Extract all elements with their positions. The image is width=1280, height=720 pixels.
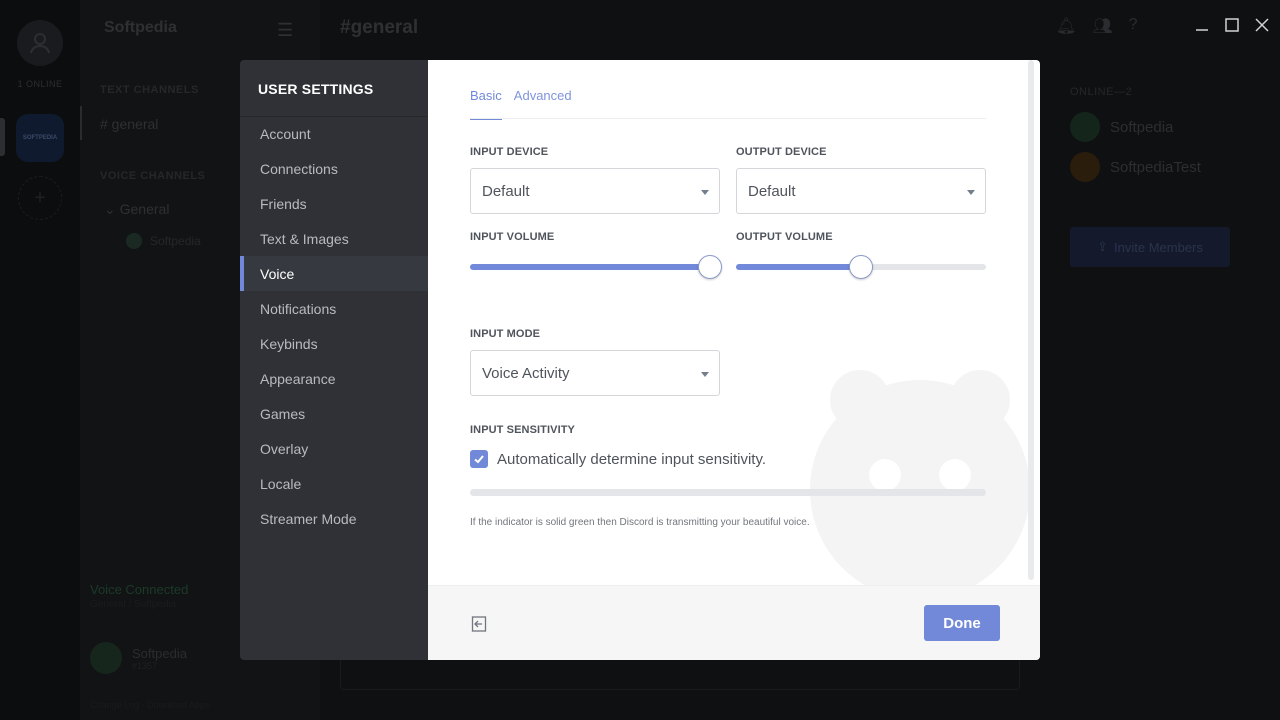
chevron-down-icon: [701, 190, 709, 195]
avatar[interactable]: [90, 642, 122, 674]
user-panel: Softpedia #1357: [90, 642, 187, 674]
output-volume-slider[interactable]: [736, 255, 1040, 279]
sensitivity-indicator: [470, 489, 986, 496]
invite-members-label: Invite Members: [1114, 239, 1203, 255]
slider-track: [736, 255, 986, 279]
tab-advanced[interactable]: Advanced: [514, 88, 572, 120]
user-name: Softpedia: [132, 645, 187, 661]
voice-channel-label: General: [119, 201, 170, 217]
text-channels-header: TEXT CHANNELS: [100, 84, 199, 96]
voice-connected-channel: General / Softpedia: [90, 599, 177, 610]
close-button[interactable]: [1254, 17, 1270, 33]
sidebar-item-overlay[interactable]: Overlay: [240, 431, 428, 466]
output-volume-label: OUTPUT VOLUME: [736, 231, 833, 243]
user-settings-modal: USER SETTINGS Account Connections Friends T…: [240, 60, 1040, 660]
avatar: [1070, 112, 1100, 142]
server-name[interactable]: Softpedia: [104, 19, 177, 37]
member-name: Softpedia: [1110, 118, 1174, 136]
channel-title: #general: [340, 17, 419, 38]
online-count: 1 ONLINE: [17, 79, 63, 89]
input-device-select[interactable]: Default: [470, 168, 720, 214]
help-icon[interactable]: ?: [1129, 16, 1138, 36]
sidebar-item-keybinds[interactable]: Keybinds: [240, 326, 428, 361]
member-item[interactable]: Softpedia: [1070, 112, 1173, 142]
slider-fill: [736, 264, 861, 270]
settings-sidebar: USER SETTINGS Account Connections Friends T…: [240, 60, 428, 660]
voice-channel-general[interactable]: ⌄ General: [104, 201, 169, 218]
output-device-value: Default: [748, 182, 796, 200]
channel-selected-indicator: [80, 106, 82, 140]
slider-handle[interactable]: [849, 255, 873, 279]
voice-user[interactable]: Softpedia: [126, 233, 201, 249]
auto-sensitivity-checkbox[interactable]: [470, 450, 488, 468]
sidebar-item-text-images[interactable]: Text & Images: [240, 221, 428, 256]
invite-members-button[interactable]: ⇪ Invite Members: [1070, 227, 1230, 267]
bell-icon[interactable]: 🔔︎: [1056, 16, 1076, 36]
server-selected-pill: [0, 118, 5, 156]
server-list: 1 ONLINE SOFTPEDIA +: [0, 0, 80, 720]
settings-footer: Done: [428, 585, 1040, 660]
minimize-button[interactable]: [1194, 17, 1210, 33]
input-volume-label: INPUT VOLUME: [470, 231, 555, 243]
people-icon: [30, 33, 50, 54]
bottom-links[interactable]: Change Log · Download Apps: [90, 700, 210, 710]
sensitivity-hint: If the indicator is solid green then Dis…: [470, 517, 810, 528]
member-item[interactable]: SoftpediaTest: [1070, 152, 1201, 182]
input-mode-label: INPUT MODE: [470, 328, 541, 340]
logout-icon[interactable]: [471, 615, 489, 633]
avatar: [1070, 152, 1100, 182]
share-icon: ⇪: [1097, 239, 1109, 254]
voice-connected-status: Voice Connected: [90, 582, 189, 597]
tab-basic[interactable]: Basic: [470, 88, 502, 120]
sidebar-item-appearance[interactable]: Appearance: [240, 361, 428, 396]
member-list: ONLINE—2 Softpedia SoftpediaTest ⇪ Invit…: [1040, 0, 1280, 720]
online-members-header: ONLINE—2: [1070, 86, 1133, 98]
server-icon-softpedia[interactable]: SOFTPEDIA: [16, 114, 64, 162]
divider: [470, 118, 986, 119]
sidebar-item-voice[interactable]: Voice: [240, 256, 428, 291]
sidebar-item-connections[interactable]: Connections: [240, 151, 428, 186]
sidebar-item-locale[interactable]: Locale: [240, 466, 428, 501]
voice-channels-header: VOICE CHANNELS: [100, 170, 206, 182]
slider-handle[interactable]: [698, 255, 722, 279]
add-server-button[interactable]: +: [18, 176, 62, 220]
slider-fill: [470, 264, 710, 270]
input-device-value: Default: [482, 182, 530, 200]
sidebar-item-games[interactable]: Games: [240, 396, 428, 431]
maximize-button[interactable]: [1224, 17, 1240, 33]
slider-track: [470, 255, 722, 279]
friends-home-button[interactable]: [17, 20, 63, 66]
channel-general[interactable]: # general: [100, 116, 158, 132]
sidebar-item-friends[interactable]: Friends: [240, 186, 428, 221]
auto-sensitivity-option[interactable]: Automatically determine input sensitivit…: [470, 450, 766, 468]
done-button[interactable]: Done: [924, 605, 1000, 641]
settings-title: USER SETTINGS: [258, 81, 374, 97]
checkmark-icon: [474, 455, 484, 464]
background-illustration: [810, 370, 1030, 600]
sidebar-item-notifications[interactable]: Notifications: [240, 291, 428, 326]
members-icon[interactable]: 👥︎: [1092, 16, 1112, 36]
output-device-label: OUTPUT DEVICE: [736, 146, 827, 158]
voice-user-name: Softpedia: [150, 234, 201, 248]
chevron-down-icon: [967, 190, 975, 195]
chevron-down-icon: [701, 372, 709, 377]
header-icons: 🔔︎ 👥︎ ?: [1056, 16, 1138, 36]
input-device-label: INPUT DEVICE: [470, 146, 549, 158]
sidebar-item-streamer-mode[interactable]: Streamer Mode: [240, 501, 428, 536]
sidebar-item-account[interactable]: Account: [240, 116, 428, 151]
input-mode-value: Voice Activity: [482, 364, 570, 382]
menu-icon[interactable]: ☰: [277, 20, 293, 41]
input-mode-select[interactable]: Voice Activity: [470, 350, 720, 396]
auto-sensitivity-label: Automatically determine input sensitivit…: [497, 450, 767, 468]
input-sensitivity-label: INPUT SENSITIVITY: [470, 424, 575, 436]
output-device-select[interactable]: Default: [736, 168, 986, 214]
user-tag: #1357: [132, 660, 158, 671]
settings-tabs: Basic Advanced: [470, 88, 572, 120]
avatar: [126, 233, 142, 249]
scrollbar[interactable]: [1028, 60, 1034, 580]
window-controls: [1194, 17, 1270, 33]
voice-settings-panel: Basic Advanced INPUT DEVICE Default OUTP…: [428, 60, 1040, 660]
member-name: SoftpediaTest: [1110, 158, 1201, 176]
